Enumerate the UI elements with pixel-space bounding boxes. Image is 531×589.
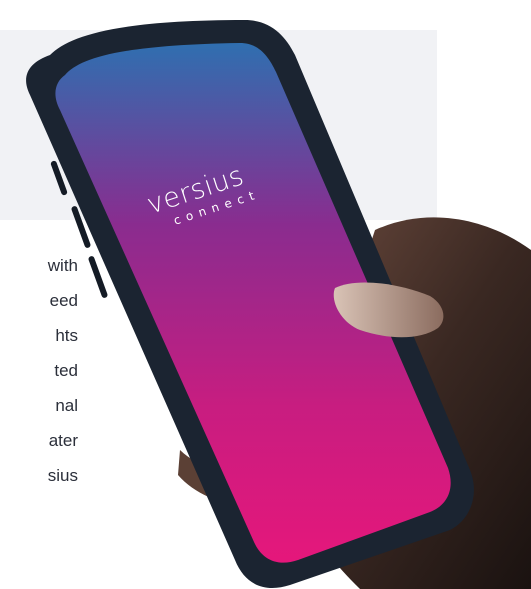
phone-in-hand-photo: versius connect bbox=[0, 0, 531, 589]
page: with eed hts ted nal ater sius versius c… bbox=[0, 0, 531, 589]
phone-hand-illustration bbox=[26, 20, 531, 589]
